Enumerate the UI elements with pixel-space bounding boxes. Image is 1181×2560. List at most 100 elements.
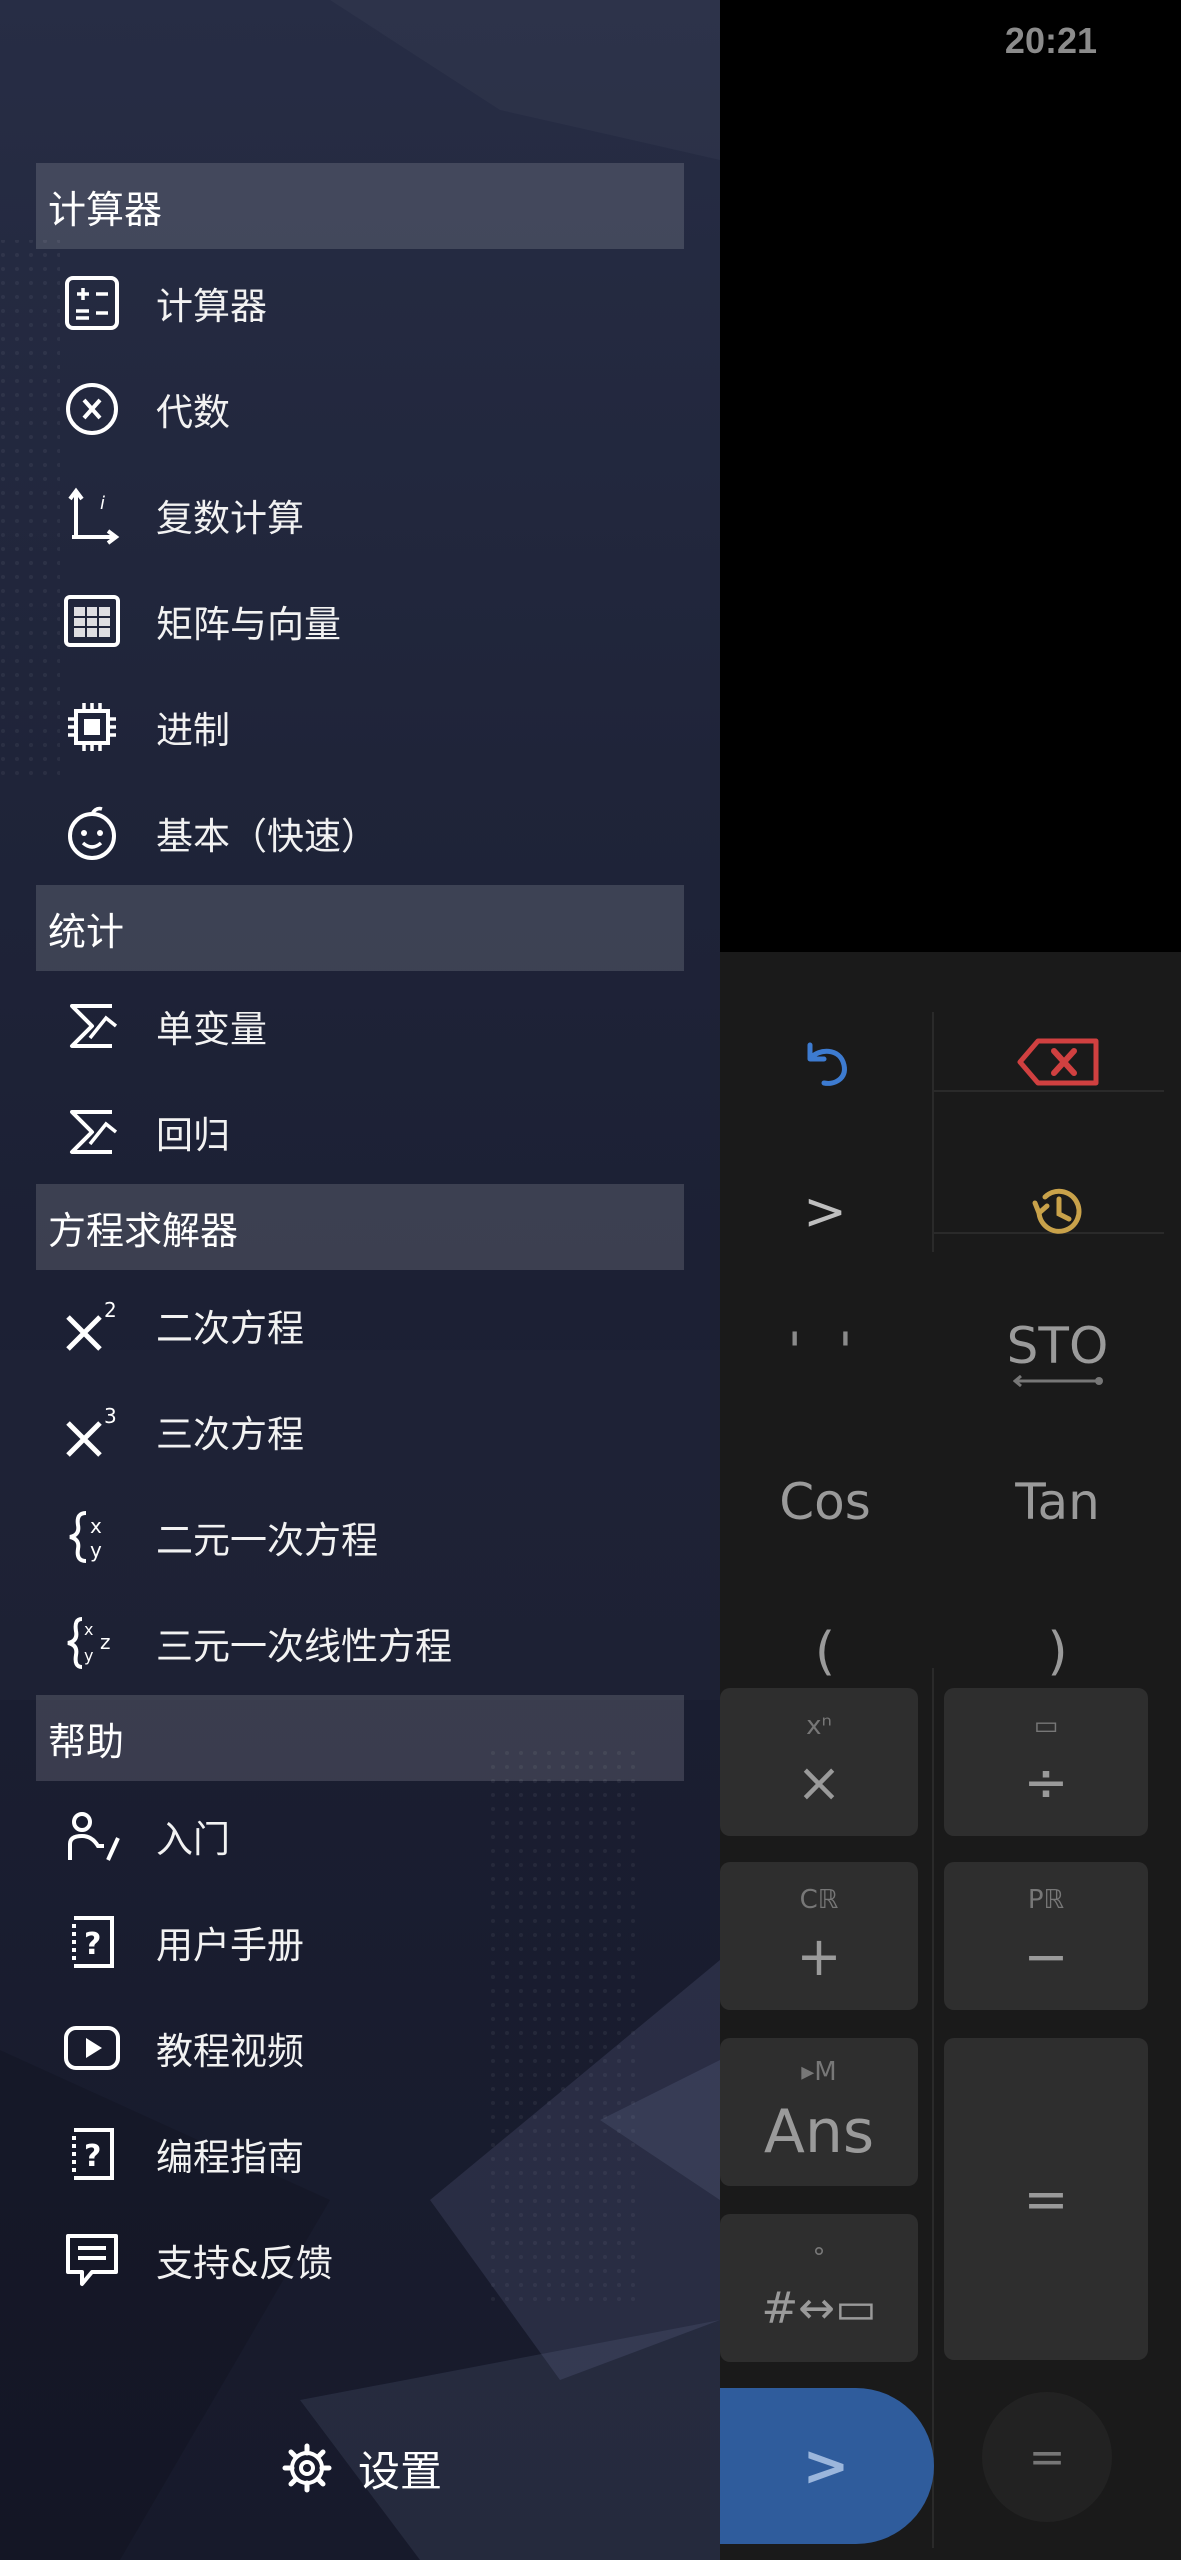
menu-item-label: 三次方程 <box>156 1413 304 1456</box>
backspace-icon <box>1017 1038 1098 1086</box>
history-button[interactable] <box>934 1152 1181 1272</box>
help-document-icon: ? <box>60 1910 124 1974</box>
menu-item-label: 三元一次线性方程 <box>156 1625 452 1668</box>
multiply-label: × <box>796 1750 842 1814</box>
execute-button[interactable]: > <box>718 2388 934 2544</box>
convert-button[interactable]: ° #↔▭ <box>720 2214 918 2362</box>
sigma-icon <box>60 994 124 1058</box>
brace-xy-icon: x y <box>60 1505 124 1569</box>
settings-button[interactable]: 设置 <box>282 2428 442 2508</box>
matrix-icon <box>60 589 124 653</box>
menu-item-getting-started[interactable]: 入门 <box>60 1786 680 1886</box>
menu-item-regression[interactable]: 回归 <box>60 1082 680 1182</box>
tan-label: Tan <box>1015 1473 1100 1531</box>
convert-label: #↔▭ <box>761 2282 877 2334</box>
ans-button[interactable]: ▸M Ans <box>720 2038 918 2186</box>
menu-item-label: 单变量 <box>156 1008 267 1051</box>
menu-item-base[interactable]: 进制 <box>60 677 680 777</box>
section-title: 帮助 <box>48 1719 125 1764</box>
cos-label: Cos <box>779 1473 871 1531</box>
undo-button[interactable] <box>718 1002 932 1122</box>
person-pointer-icon <box>60 1804 124 1868</box>
multiply-shift-label: xⁿ <box>806 1710 832 1741</box>
menu-item-label: 代数 <box>156 391 230 434</box>
settings-label: 设置 <box>358 2446 443 2496</box>
menu-item-label: 用户手册 <box>156 1924 304 1967</box>
menu-item-support-feedback[interactable]: 支持&反馈 <box>60 2210 680 2310</box>
svg-text:2: 2 <box>104 1298 117 1322</box>
svg-text:?: ? <box>84 1927 101 1962</box>
menu-item-complex[interactable]: i 复数计算 <box>60 465 680 565</box>
menu-item-single-variable[interactable]: 单变量 <box>60 976 680 1076</box>
svg-text:i: i <box>100 493 105 514</box>
smiley-icon <box>60 801 124 865</box>
plus-button[interactable]: Cℝ + <box>720 1862 918 2010</box>
comma-pair-label: ' ' <box>787 1322 863 1382</box>
menu-item-algebra[interactable]: 代数 <box>60 359 680 459</box>
menu-item-linear-2var[interactable]: x y 二元一次方程 <box>60 1487 680 1587</box>
menu-item-quadratic[interactable]: 2 二次方程 <box>60 1275 680 1375</box>
menu-item-programming-guide[interactable]: ? 编程指南 <box>60 2104 680 2204</box>
svg-text:3: 3 <box>104 1404 117 1428</box>
section-header-statistics: 统计 <box>36 885 684 971</box>
multiply-button[interactable]: xⁿ × <box>720 1688 918 1836</box>
paren-close-label: ) <box>1047 1622 1068 1682</box>
ans-label: Ans <box>763 2097 875 2167</box>
equals-round-label: = <box>1028 2431 1066 2483</box>
chip-icon <box>60 695 124 759</box>
divide-label: ÷ <box>1023 1750 1069 1814</box>
equals-round-button[interactable]: = <box>982 2392 1112 2522</box>
section-header-calculator: 计算器 <box>36 163 684 249</box>
history-icon <box>1032 1188 1081 1234</box>
keypad: > ' ' STO Cos Tan () xⁿ × ▭ ÷ Cℝ + Pℝ −… <box>718 952 1181 2560</box>
gear-icon <box>282 2443 332 2493</box>
divide-shift-label: ▭ <box>1033 1710 1059 1741</box>
cursor-right-button[interactable]: > <box>718 1152 932 1272</box>
keypad-divider <box>932 1668 934 2548</box>
complex-axis-icon: i <box>60 483 124 547</box>
minus-button[interactable]: Pℝ − <box>944 1862 1148 2010</box>
comma-pair-button[interactable]: ' ' <box>718 1292 932 1412</box>
menu-item-label: 二次方程 <box>156 1307 304 1350</box>
menu-item-tutorial-videos[interactable]: 教程视频 <box>60 1998 680 2098</box>
plus-shift-label: Cℝ <box>799 1884 839 1915</box>
backspace-button[interactable] <box>934 1002 1181 1122</box>
menu-item-label: 复数计算 <box>156 497 304 540</box>
store-arrow-icon <box>1012 1375 1103 1387</box>
svg-text:y: y <box>84 1646 93 1665</box>
divide-button[interactable]: ▭ ÷ <box>944 1688 1148 1836</box>
section-title: 方程求解器 <box>48 1208 239 1253</box>
tan-button[interactable]: Tan <box>934 1442 1181 1562</box>
play-video-icon <box>60 2016 124 2080</box>
calculator-icon <box>60 271 124 335</box>
section-title: 统计 <box>48 909 125 954</box>
svg-text:y: y <box>90 1538 102 1562</box>
minus-shift-label: Pℝ <box>1027 1884 1065 1915</box>
menu-item-label: 入门 <box>156 1818 230 1861</box>
plus-label: + <box>796 1924 842 1988</box>
feedback-message-icon <box>60 2228 124 2292</box>
menu-item-basic[interactable]: 基本（快速） <box>60 783 680 883</box>
menu-item-label: 编程指南 <box>156 2136 304 2179</box>
navigation-drawer: 计算器 计算器 代数 i 复数计算 矩阵与向量 进制 基本（快速） 统计 单变量… <box>0 0 720 2560</box>
ans-shift-label: ▸M <box>801 2057 837 2087</box>
equals-button[interactable]: = <box>944 2038 1148 2360</box>
svg-text:x: x <box>84 1620 93 1639</box>
menu-item-label: 矩阵与向量 <box>156 603 341 646</box>
menu-item-cubic[interactable]: 3 三次方程 <box>60 1381 680 1481</box>
menu-item-calculator[interactable]: 计算器 <box>60 253 680 353</box>
svg-text:x: x <box>90 1514 102 1538</box>
svg-text:z: z <box>100 1630 111 1654</box>
execute-label: > <box>802 2433 850 2499</box>
menu-item-label: 回归 <box>156 1114 230 1157</box>
section-title: 计算器 <box>48 187 163 232</box>
menu-item-linear-3var[interactable]: x y z 三元一次线性方程 <box>60 1593 680 1693</box>
cos-button[interactable]: Cos <box>718 1442 932 1562</box>
x-squared-icon: 2 <box>60 1293 124 1357</box>
menu-item-user-manual[interactable]: ? 用户手册 <box>60 1892 680 1992</box>
sto-button[interactable]: STO <box>934 1292 1181 1412</box>
menu-item-label: 基本（快速） <box>156 815 378 858</box>
convert-shift-label: ° <box>812 2242 826 2273</box>
menu-item-matrix[interactable]: 矩阵与向量 <box>60 571 680 671</box>
algebra-x-icon <box>60 377 124 441</box>
